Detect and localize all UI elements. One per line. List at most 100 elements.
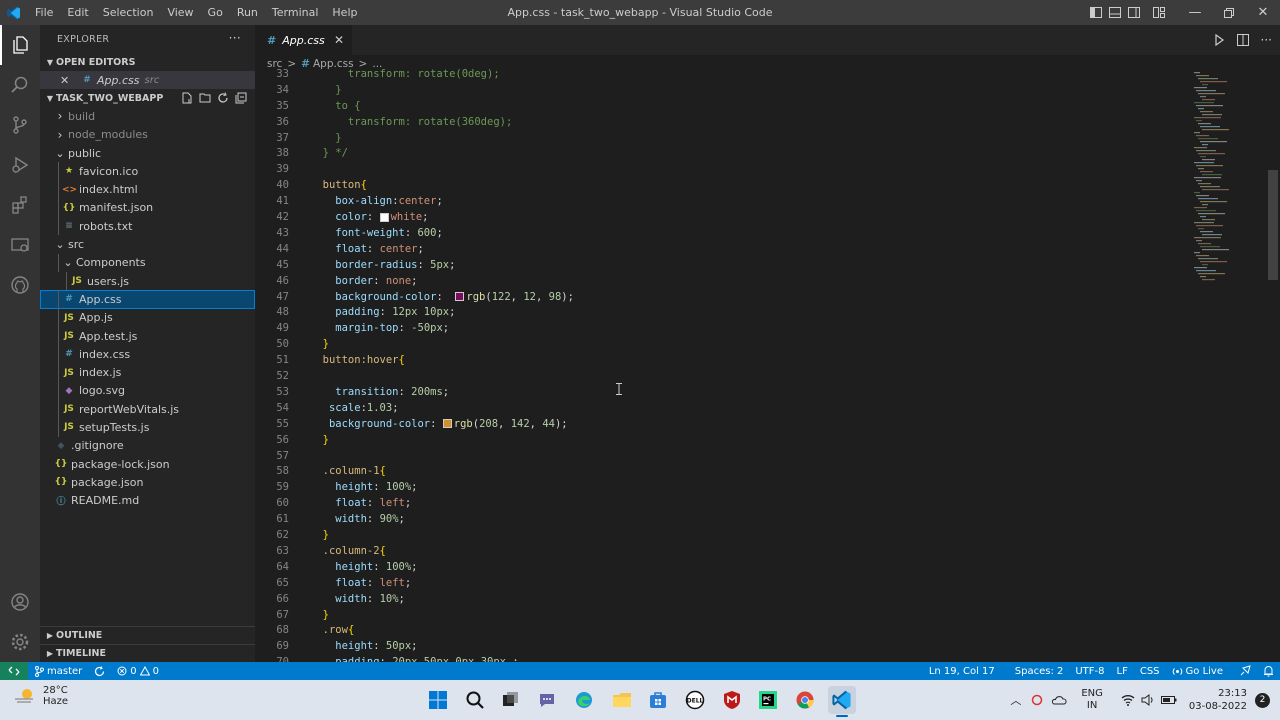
close-window-icon[interactable]: ✕ [1246,0,1280,25]
tree-file[interactable]: JS App.js [40,308,255,327]
mcafee-icon[interactable] [718,686,746,714]
tab-app-css[interactable]: # App.css ✕ [255,25,352,55]
problems-indicator[interactable]: 0 0 [111,666,165,677]
tree-file[interactable]: JS reportWebVitals.js [40,400,255,419]
tree-file[interactable]: JS users.js [40,271,255,291]
go-live-button[interactable]: Go Live [1166,666,1229,677]
encoding[interactable]: UTF-8 [1069,666,1110,677]
minimize-icon[interactable]: — [1178,0,1212,25]
customize-layout-icon[interactable] [1149,0,1168,25]
cursor-position[interactable]: Ln 19, Col 17 [923,666,1001,677]
tree-folder[interactable]: ⌄ Components [40,253,255,272]
tree-file[interactable]: {} manifest.json [40,198,255,218]
project-section[interactable]: ▼ TASK_TWO_WEBAPP [40,89,255,107]
onedrive-cloud-icon[interactable] [1051,694,1067,706]
color-swatch[interactable] [442,419,452,429]
refresh-icon[interactable] [217,92,229,104]
tree-file[interactable]: ◆ .gitignore [40,437,255,455]
volume-icon[interactable] [1141,694,1155,706]
manage-gear-icon[interactable] [0,622,40,662]
accounts-icon[interactable] [0,582,40,622]
tree-folder[interactable]: › build [40,107,255,125]
edge-browser-icon[interactable] [570,686,598,714]
chrome-icon[interactable] [791,686,819,714]
tree-file[interactable]: JS index.js [40,363,255,382]
timeline-section[interactable]: ▶ TIMELINE [40,644,255,662]
menu-file[interactable]: File [28,0,60,25]
tree-file[interactable]: ★ favicon.ico [40,162,255,181]
tree-file[interactable]: ◆ logo.svg [40,381,255,401]
dell-app-icon[interactable]: DELL [681,686,709,714]
toggle-sidebar-icon[interactable] [1086,0,1105,25]
menu-selection[interactable]: Selection [96,0,161,25]
outline-section[interactable]: ▶ OUTLINE [40,626,255,644]
extensions-icon[interactable] [0,185,40,225]
tree-file[interactable]: ⓘ README.md [40,492,255,510]
more-actions-icon[interactable]: ··· [229,31,241,45]
menu-run[interactable]: Run [230,0,265,25]
restore-icon[interactable] [1212,0,1246,25]
split-editor-icon[interactable] [1236,34,1249,46]
tray-overflow-chevron-icon[interactable]: ︿ [1010,692,1021,708]
menu-terminal[interactable]: Terminal [265,0,326,25]
search-icon[interactable] [0,65,40,105]
tree-file[interactable]: {} package.json [40,473,255,491]
color-swatch[interactable] [379,212,389,222]
file-explorer-icon[interactable] [608,686,636,714]
remote-explorer-icon[interactable] [0,225,40,265]
new-file-icon[interactable] [181,92,193,104]
tree-folder[interactable]: › node_modules [40,126,255,144]
vertical-scrollbar[interactable] [1268,170,1278,280]
remote-indicator-icon[interactable] [0,662,28,680]
menu-go[interactable]: Go [201,0,230,25]
tree-file[interactable]: <> index.html [40,180,255,199]
tree-file[interactable]: JS App.test.js [40,326,255,346]
battery-icon[interactable] [1160,695,1177,705]
language-mode[interactable]: CSS [1134,666,1166,677]
feedback-icon[interactable] [1233,665,1257,677]
clock[interactable]: 23:13 03-08-2022 [1189,687,1247,713]
run-file-icon[interactable] [1213,34,1225,46]
end-of-line[interactable]: LF [1111,666,1134,677]
color-swatch[interactable] [455,292,465,302]
vscode-logo-icon[interactable] [0,0,28,25]
source-control-icon[interactable] [0,105,40,145]
taskbar-search-icon[interactable] [461,686,489,714]
toggle-secondary-sidebar-icon[interactable] [1124,0,1143,25]
vscode-taskbar-icon[interactable] [828,686,856,717]
notification-badge[interactable]: 2 [1255,692,1270,708]
task-view-icon[interactable] [497,686,525,714]
code-editor[interactable]: 33 transform: rotate(0deg); 34 } 35 to {36… [255,66,1190,662]
indentation[interactable]: Spaces: 2 [1009,666,1070,677]
explorer-icon[interactable] [0,25,40,65]
editor-more-actions-icon[interactable]: ··· [1261,33,1272,47]
minimap[interactable] [1190,66,1270,296]
tree-file[interactable]: # App.css [40,290,255,309]
github-icon[interactable] [0,265,40,305]
wifi-icon[interactable] [1121,694,1135,706]
collapse-all-icon[interactable] [235,92,247,104]
tree-file[interactable]: {} package-lock.json [40,455,255,473]
run-debug-icon[interactable] [0,145,40,185]
menu-edit[interactable]: Edit [60,0,95,25]
menu-view[interactable]: View [160,0,200,25]
menu-help[interactable]: Help [325,0,364,25]
tree-file[interactable]: JS setupTests.js [40,418,255,437]
new-folder-icon[interactable] [199,92,211,104]
start-button-icon[interactable] [424,686,452,714]
close-editor-icon[interactable]: ✕ [60,74,72,87]
teams-chat-icon[interactable] [533,686,561,714]
tree-file[interactable]: # index.css [40,345,255,364]
tree-file[interactable]: ≡ robots.txt [40,217,255,236]
open-editor-item[interactable]: ✕ # App.css src [40,71,255,90]
tree-folder[interactable]: ⌄ public [40,144,255,162]
microsoft-store-icon[interactable] [644,686,672,714]
language-indicator[interactable]: ENG IN [1081,688,1103,712]
close-tab-icon[interactable]: ✕ [334,33,344,47]
weather-widget[interactable]: 28°C Haze [14,685,68,707]
sync-icon[interactable] [88,665,111,677]
tray-app-icon[interactable] [1031,694,1043,706]
notifications-bell-icon[interactable] [1257,665,1280,677]
open-editors-section[interactable]: ▼ OPEN EDITORS [40,53,255,71]
branch-indicator[interactable]: master [28,665,88,677]
